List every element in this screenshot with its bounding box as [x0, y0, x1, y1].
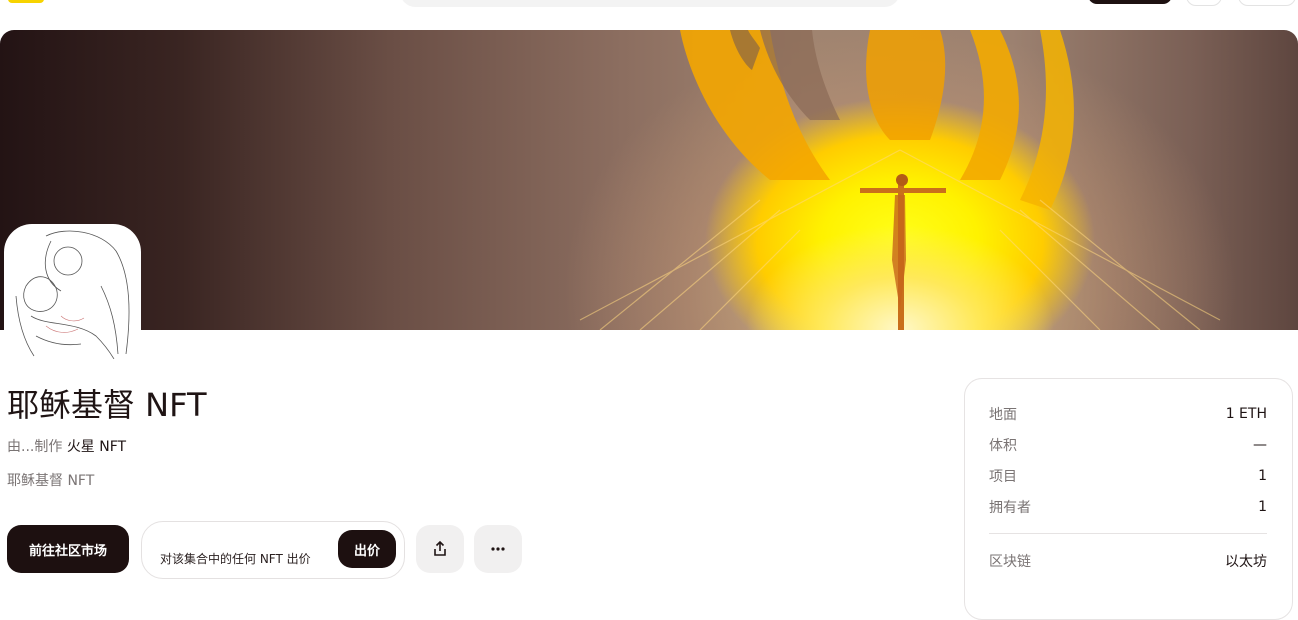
more-icon	[491, 547, 505, 551]
avatar-sketch	[6, 226, 139, 359]
collection-title: 耶稣基督 NFT	[7, 386, 207, 424]
cross-figure	[860, 174, 946, 330]
go-to-marketplace-button[interactable]: 前往社区市场	[7, 525, 129, 573]
make-offer-button[interactable]: 出价	[338, 530, 396, 568]
more-button[interactable]	[474, 525, 522, 573]
top-header	[0, 0, 1298, 10]
offer-hint: 对该集合中的任何 NFT 出价	[160, 552, 311, 566]
stat-row-floor: 地面 1 ETH	[989, 404, 1267, 424]
stat-label: 体积	[989, 438, 1017, 454]
chain-label: 区块链	[989, 554, 1031, 570]
creator-link[interactable]: 火星 NFT	[67, 439, 126, 455]
logo[interactable]	[8, 0, 44, 3]
stat-row-chain: 区块链 以太坊	[989, 551, 1267, 571]
header-button[interactable]	[1088, 0, 1172, 4]
stat-row-volume: 体积 —	[989, 435, 1267, 455]
stat-label: 项目	[989, 469, 1017, 485]
header-icon-button[interactable]	[1186, 0, 1222, 6]
search-bar[interactable]	[400, 0, 900, 7]
collection-offer-box: 对该集合中的任何 NFT 出价 出价	[141, 521, 405, 579]
by-prefix: 由...制作	[7, 439, 63, 455]
stat-row-owners: 拥有者 1	[989, 497, 1267, 517]
collection-banner	[0, 30, 1298, 330]
stat-value: 1	[1258, 468, 1267, 484]
stat-value: —	[1253, 437, 1267, 453]
stat-value: 1 ETH	[1225, 406, 1267, 422]
banner-artwork	[579, 30, 1221, 330]
stat-label: 地面	[989, 407, 1017, 423]
creator-line: 由...制作 火星 NFT	[7, 436, 126, 456]
stats-divider	[989, 533, 1267, 534]
chain-value: 以太坊	[1225, 554, 1267, 570]
share-button[interactable]	[416, 525, 464, 573]
collection-avatar[interactable]	[6, 226, 139, 359]
collection-description: 耶稣基督 NFT	[7, 473, 95, 489]
stat-row-items: 项目 1	[989, 466, 1267, 486]
stat-value: 1	[1258, 499, 1267, 515]
share-icon	[434, 540, 446, 556]
stat-label: 拥有者	[989, 500, 1031, 516]
header-icon-button[interactable]	[1238, 0, 1296, 6]
